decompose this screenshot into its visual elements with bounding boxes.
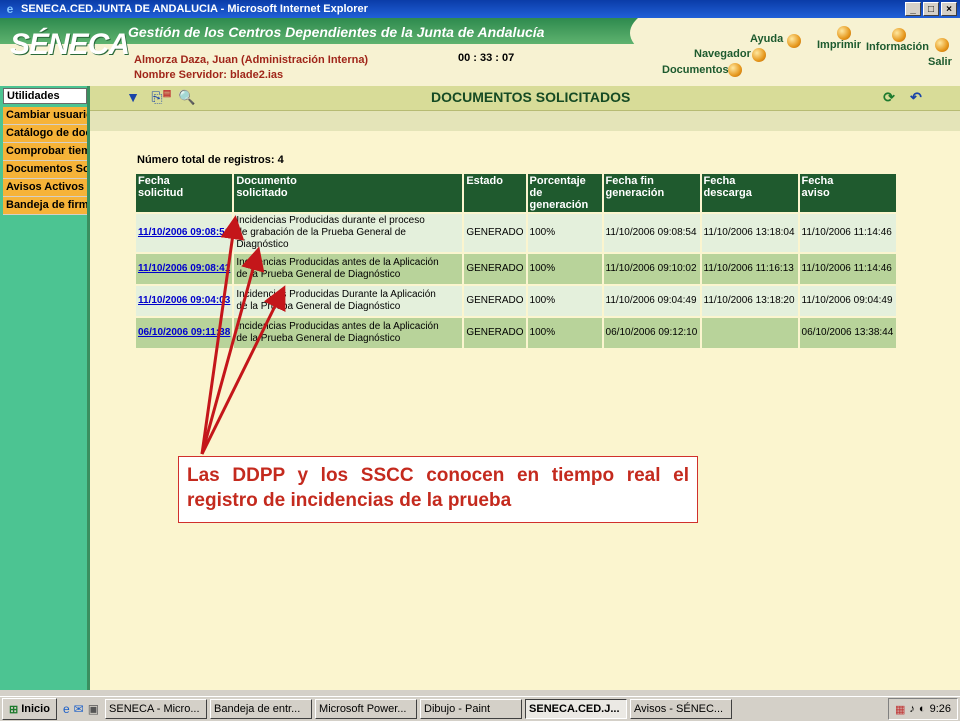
outlook-quicklaunch-icon[interactable]: ✉ <box>74 702 84 716</box>
tray-volume-icon[interactable]: ♪ <box>909 703 915 715</box>
tray-network-icon[interactable]: ▦ <box>895 703 905 716</box>
annotation-arrows <box>200 215 286 455</box>
desktop-quicklaunch-icon[interactable]: ▣ <box>88 702 99 716</box>
system-tray: ▦ ♪ ◐ 9:26 <box>888 698 958 720</box>
callout-note: Las DDPP y los SSCC conocen en tiempo re… <box>178 456 698 523</box>
quick-launch: e ✉ ▣ <box>63 702 99 716</box>
task-powerpoint[interactable]: Microsoft Power... <box>315 699 418 719</box>
taskbar: ⊞ Inicio e ✉ ▣ SENECA - Micro... Bandeja … <box>0 696 960 721</box>
windows-logo-icon: ⊞ <box>9 703 19 716</box>
task-paint[interactable]: Dibujo - Paint <box>420 699 523 719</box>
arrow-row-2 <box>200 246 265 455</box>
task-seneca-ced[interactable]: SENECA.CED.J... <box>525 699 628 719</box>
start-button[interactable]: ⊞ Inicio <box>2 698 57 720</box>
task-seneca-micro[interactable]: SENECA - Micro... <box>105 699 208 719</box>
clock: 9:26 <box>929 703 951 715</box>
tray-app-icon[interactable]: ◐ <box>919 703 926 715</box>
task-avisos[interactable]: Avisos - SÉNEC... <box>630 699 733 719</box>
task-bandeja[interactable]: Bandeja de entr... <box>210 699 313 719</box>
ie-quicklaunch-icon[interactable]: e <box>63 702 70 716</box>
